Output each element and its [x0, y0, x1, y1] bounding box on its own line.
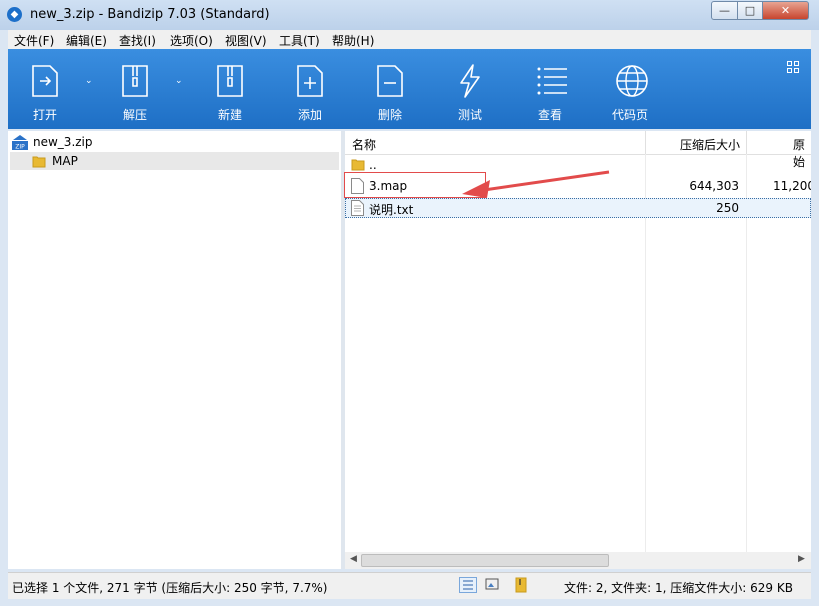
extract-icon: [122, 65, 148, 97]
tree-root-label: new_3.zip: [33, 135, 93, 149]
menu-tools[interactable]: 工具(T): [279, 32, 320, 49]
folder-icon: [32, 156, 46, 168]
file-original-size: 11,200: [773, 179, 811, 193]
maximize-button[interactable]: □: [737, 1, 763, 20]
title-bar: ◆ new_3.zip - Bandizip 7.03 (Standard) —…: [0, 0, 819, 30]
column-separator[interactable]: [746, 131, 747, 154]
folder-icon: [351, 159, 365, 171]
extract-dropdown-icon[interactable]: ⌄: [175, 76, 185, 86]
view-label: 查看: [537, 108, 562, 122]
tree-item-map[interactable]: MAP: [10, 152, 339, 170]
view-button[interactable]: 查看: [515, 49, 585, 129]
menu-options[interactable]: 选项(O): [170, 32, 213, 49]
scroll-left-icon[interactable]: ◀: [350, 554, 357, 564]
toolbar: 打开 ⌄ 解压 ⌄ 新建 添加 删除 测试 查看 代码页: [8, 49, 811, 129]
add-label: 添加: [297, 108, 322, 122]
status-bar: 已选择 1 个文件, 271 字节 (压缩后大小: 250 字节, 7.7%) …: [8, 572, 811, 599]
tree-child-label: MAP: [52, 154, 78, 168]
list-view-icon: [537, 67, 567, 95]
test-button[interactable]: 测试: [435, 49, 505, 129]
selection-status: 已选择 1 个文件, 271 字节 (压缩后大小: 250 字节, 7.7%): [12, 581, 328, 595]
annotation-arrow-icon: [462, 170, 610, 198]
menu-find[interactable]: 查找(I): [119, 32, 156, 49]
codepage-button[interactable]: 代码页: [595, 49, 665, 129]
open-dropdown-icon[interactable]: ⌄: [85, 76, 95, 86]
extract-button[interactable]: 解压: [100, 49, 170, 129]
test-label: 测试: [457, 108, 482, 122]
svg-text:ZIP: ZIP: [15, 144, 25, 151]
extract-label: 解压: [122, 108, 147, 122]
thumbnail-view-icon[interactable]: [484, 577, 502, 593]
menu-bar: 文件(F) 编辑(E) 查找(I) 选项(O) 视图(V) 工具(T) 帮助(H…: [8, 30, 811, 50]
list-item-readme[interactable]: 说明.txt 250: [345, 198, 811, 218]
close-button[interactable]: ✕: [762, 1, 809, 20]
scroll-right-icon[interactable]: ▶: [798, 554, 805, 564]
menu-view[interactable]: 视图(V): [225, 32, 267, 49]
delete-button[interactable]: 删除: [355, 49, 425, 129]
new-button[interactable]: 新建: [195, 49, 265, 129]
minimize-button[interactable]: —: [711, 1, 738, 20]
file-compressed-size: 644,303: [689, 179, 739, 193]
column-compressed-header[interactable]: 压缩后大小: [680, 136, 740, 153]
column-name-header[interactable]: 名称: [352, 136, 376, 153]
layout-icon[interactable]: [787, 61, 799, 73]
column-header-row: 名称 压缩后大小 原始: [345, 131, 811, 169]
open-button[interactable]: 打开: [10, 49, 80, 129]
add-button[interactable]: 添加: [275, 49, 345, 129]
open-icon: [32, 65, 58, 97]
window-title: new_3.zip - Bandizip 7.03 (Standard): [30, 7, 270, 22]
file-name: 说明.txt: [369, 203, 414, 217]
delete-file-icon: [377, 65, 403, 97]
folder-tree-panel: ZIP new_3.zip MAP: [8, 131, 341, 569]
zip-archive-icon: ZIP: [12, 135, 28, 151]
open-label: 打开: [32, 108, 57, 122]
tree-item-root[interactable]: ZIP new_3.zip: [8, 133, 341, 151]
codepage-label: 代码页: [611, 108, 648, 122]
new-label: 新建: [217, 108, 242, 122]
archive-summary-status: 文件: 2, 文件夹: 1, 压缩文件大小: 629 KB: [564, 581, 793, 595]
menu-edit[interactable]: 编辑(E): [66, 32, 107, 49]
scrollbar-thumb[interactable]: [361, 554, 609, 567]
app-icon: ◆: [7, 7, 22, 22]
lightning-icon: [460, 64, 480, 98]
menu-help[interactable]: 帮助(H): [332, 32, 374, 49]
globe-icon: [616, 65, 648, 97]
details-view-icon[interactable]: [459, 577, 477, 593]
column-separator[interactable]: [645, 131, 646, 154]
archive-info-icon[interactable]: [513, 577, 531, 593]
text-file-icon: [351, 200, 364, 216]
file-name: ..: [369, 158, 377, 172]
file-compressed-size: 250: [716, 201, 739, 215]
delete-label: 删除: [377, 108, 402, 122]
horizontal-scrollbar[interactable]: ◀ ▶: [345, 552, 811, 569]
menu-file[interactable]: 文件(F): [14, 32, 54, 49]
new-archive-icon: [217, 65, 243, 97]
add-file-icon: [297, 65, 323, 97]
